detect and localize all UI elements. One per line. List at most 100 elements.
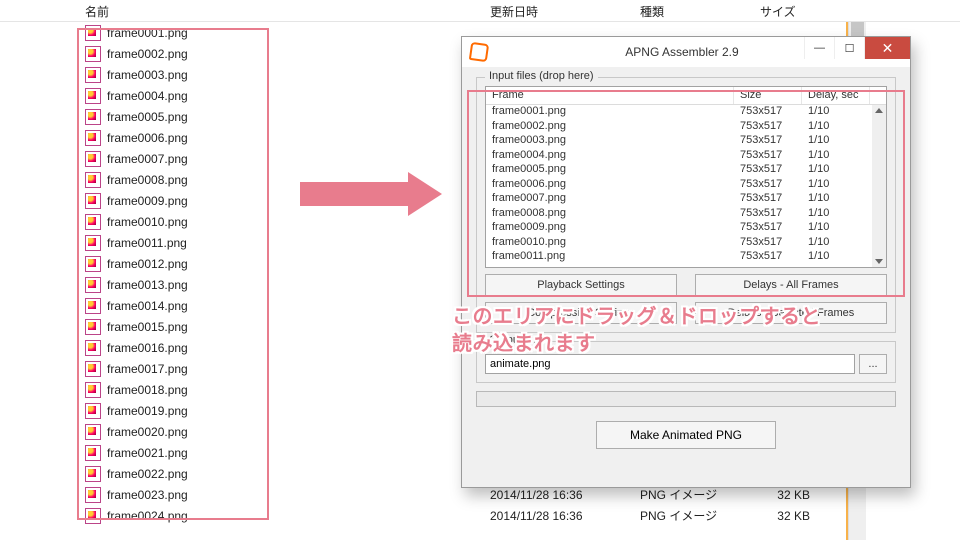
- png-file-icon: [85, 109, 101, 125]
- png-file-icon: [85, 277, 101, 293]
- listview-row[interactable]: frame0003.png753x5171/10: [486, 134, 872, 149]
- png-file-icon: [85, 424, 101, 440]
- file-size: 32 KB: [760, 509, 810, 523]
- listview-row[interactable]: frame0004.png753x5171/10: [486, 149, 872, 164]
- png-file-icon: [85, 46, 101, 62]
- png-file-icon: [85, 172, 101, 188]
- file-name: frame0001.png: [107, 26, 188, 40]
- lv-cell-size: 753x517: [734, 178, 802, 193]
- png-file-icon: [85, 508, 101, 524]
- listview-row[interactable]: frame0010.png753x5171/10: [486, 236, 872, 251]
- listview-scrollbar[interactable]: [872, 105, 886, 267]
- file-name: frame0012.png: [107, 257, 188, 271]
- png-file-icon: [85, 25, 101, 41]
- output-file-input[interactable]: [485, 354, 855, 374]
- lv-cell-size: 753x517: [734, 149, 802, 164]
- png-file-icon: [85, 256, 101, 272]
- close-button[interactable]: ✕: [864, 37, 910, 59]
- listview-row[interactable]: frame0007.png753x5171/10: [486, 192, 872, 207]
- lv-cell-delay: 1/10: [802, 149, 870, 164]
- delays-selected-button[interactable]: Delays - Selected Frames: [695, 302, 887, 324]
- png-file-icon: [85, 151, 101, 167]
- lv-cell-frame: frame0009.png: [486, 221, 734, 236]
- lv-col-delay[interactable]: Delay, sec: [802, 87, 870, 104]
- playback-settings-button[interactable]: Playback Settings: [485, 274, 677, 296]
- lv-cell-size: 753x517: [734, 221, 802, 236]
- lv-cell-size: 753x517: [734, 192, 802, 207]
- file-row[interactable]: frame0024.png2014/11/28 16:36PNG イメージ32 …: [0, 505, 960, 526]
- file-name: frame0018.png: [107, 383, 188, 397]
- progress-bar: [476, 391, 896, 407]
- file-name: frame0019.png: [107, 404, 188, 418]
- file-name: frame0020.png: [107, 425, 188, 439]
- lv-cell-delay: 1/10: [802, 134, 870, 149]
- png-file-icon: [85, 340, 101, 356]
- apng-assembler-window: APNG Assembler 2.9 — ☐ ✕ Input files (dr…: [461, 36, 911, 488]
- delays-all-button[interactable]: Delays - All Frames: [695, 274, 887, 296]
- input-files-group: Input files (drop here) Frame Size Delay…: [476, 77, 896, 333]
- output-file-label: Output file: [485, 334, 543, 346]
- png-file-icon: [85, 487, 101, 503]
- file-date: 2014/11/28 16:36: [490, 488, 583, 502]
- listview-row[interactable]: frame0005.png753x5171/10: [486, 163, 872, 178]
- lv-cell-delay: 1/10: [802, 105, 870, 120]
- file-name: frame0016.png: [107, 341, 188, 355]
- frames-listview[interactable]: Frame Size Delay, sec frame0001.png753x5…: [485, 86, 887, 268]
- lv-col-frame[interactable]: Frame: [486, 87, 734, 104]
- listview-row[interactable]: frame0011.png753x5171/10: [486, 250, 872, 265]
- listview-row[interactable]: frame0002.png753x5171/10: [486, 120, 872, 135]
- png-file-icon: [85, 214, 101, 230]
- lv-cell-frame: frame0004.png: [486, 149, 734, 164]
- maximize-button[interactable]: ☐: [834, 37, 864, 59]
- col-type[interactable]: 種類: [640, 3, 664, 20]
- lv-cell-frame: frame0001.png: [486, 105, 734, 120]
- output-file-group: Output file ...: [476, 341, 896, 383]
- png-file-icon: [85, 403, 101, 419]
- lv-cell-delay: 1/10: [802, 250, 870, 265]
- png-file-icon: [85, 466, 101, 482]
- png-file-icon: [85, 67, 101, 83]
- file-name: frame0004.png: [107, 89, 188, 103]
- lv-cell-frame: frame0010.png: [486, 236, 734, 251]
- lv-cell-frame: frame0003.png: [486, 134, 734, 149]
- listview-row[interactable]: frame0008.png753x5171/10: [486, 207, 872, 222]
- col-date[interactable]: 更新日時: [490, 3, 538, 20]
- annotation-arrow: [300, 172, 450, 216]
- listview-header[interactable]: Frame Size Delay, sec: [486, 87, 886, 105]
- titlebar[interactable]: APNG Assembler 2.9 — ☐ ✕: [462, 37, 910, 67]
- png-file-icon: [85, 298, 101, 314]
- lv-cell-frame: frame0011.png: [486, 250, 734, 265]
- file-name: frame0008.png: [107, 173, 188, 187]
- make-animated-png-button[interactable]: Make Animated PNG: [596, 421, 776, 449]
- app-logo-icon: [469, 42, 489, 62]
- lv-cell-frame: frame0005.png: [486, 163, 734, 178]
- file-name: frame0003.png: [107, 68, 188, 82]
- browse-button[interactable]: ...: [859, 354, 887, 374]
- minimize-button[interactable]: —: [804, 37, 834, 59]
- file-name: frame0013.png: [107, 278, 188, 292]
- listview-row[interactable]: frame0006.png753x5171/10: [486, 178, 872, 193]
- compression-settings-button[interactable]: Compression Settings: [485, 302, 677, 324]
- lv-col-size[interactable]: Size: [734, 87, 802, 104]
- lv-cell-delay: 1/10: [802, 163, 870, 178]
- explorer-column-header[interactable]: 名前 更新日時 種類 サイズ: [0, 0, 960, 22]
- lv-cell-delay: 1/10: [802, 178, 870, 193]
- lv-cell-frame: frame0008.png: [486, 207, 734, 222]
- file-name: frame0022.png: [107, 467, 188, 481]
- png-file-icon: [85, 130, 101, 146]
- lv-cell-size: 753x517: [734, 163, 802, 178]
- lv-cell-frame: frame0007.png: [486, 192, 734, 207]
- file-name: frame0006.png: [107, 131, 188, 145]
- listview-row[interactable]: frame0001.png753x5171/10: [486, 105, 872, 120]
- col-size[interactable]: サイズ: [760, 3, 796, 20]
- lv-cell-delay: 1/10: [802, 120, 870, 135]
- col-name[interactable]: 名前: [85, 3, 109, 20]
- lv-cell-size: 753x517: [734, 207, 802, 222]
- lv-cell-size: 753x517: [734, 105, 802, 120]
- file-size: 32 KB: [760, 488, 810, 502]
- file-name: frame0014.png: [107, 299, 188, 313]
- lv-cell-delay: 1/10: [802, 207, 870, 222]
- listview-row[interactable]: frame0009.png753x5171/10: [486, 221, 872, 236]
- file-name: frame0023.png: [107, 488, 188, 502]
- file-type: PNG イメージ: [640, 507, 717, 524]
